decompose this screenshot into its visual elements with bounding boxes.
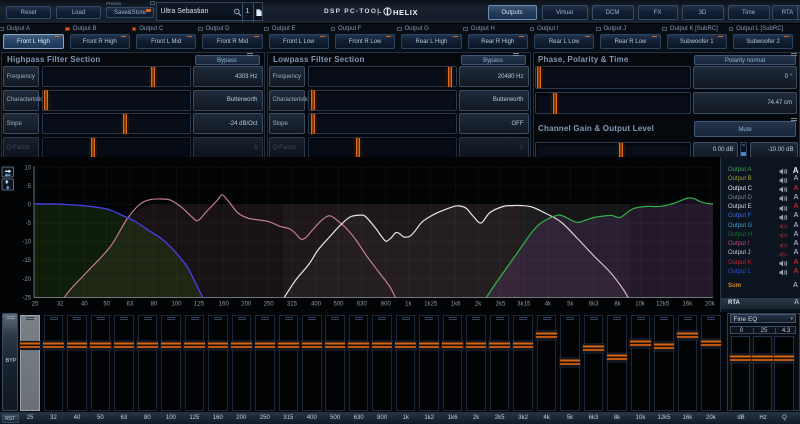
svg-text:16k: 16k [683,302,694,308]
svg-text:10k: 10k [635,302,646,308]
svg-text:1k6: 1k6 [451,302,461,308]
svg-text:1k: 1k [405,302,412,308]
svg-text:100: 100 [171,302,182,308]
svg-text:8k: 8k [614,302,621,308]
svg-text:160: 160 [219,302,230,308]
svg-text:25: 25 [32,302,39,308]
svg-text:63: 63 [127,302,134,308]
svg-text:10: 10 [24,165,31,171]
svg-text:800: 800 [381,302,392,308]
svg-text:-5: -5 [26,221,32,227]
svg-text:3k15: 3k15 [517,302,531,308]
svg-text:-10: -10 [22,240,31,246]
svg-text:1k25: 1k25 [424,302,438,308]
svg-text:500: 500 [333,302,344,308]
svg-text:32: 32 [57,302,64,308]
svg-text:2k5: 2k5 [496,302,506,308]
svg-text:2k: 2k [475,302,482,308]
svg-text:630: 630 [357,302,368,308]
svg-text:80: 80 [151,302,158,308]
svg-text:12k5: 12k5 [656,302,670,308]
svg-text:6k3: 6k3 [589,302,599,308]
svg-text:200: 200 [241,302,252,308]
svg-text:-20: -20 [22,277,31,283]
svg-text:-25: -25 [22,295,31,301]
svg-text:125: 125 [194,302,205,308]
svg-text:315: 315 [287,302,298,308]
svg-text:250: 250 [264,302,275,308]
svg-text:5k: 5k [567,302,574,308]
svg-text:4k: 4k [545,302,552,308]
svg-text:50: 50 [103,302,110,308]
svg-text:-15: -15 [22,258,31,264]
svg-text:400: 400 [311,302,322,308]
svg-text:40: 40 [81,302,88,308]
svg-text:20k: 20k [705,302,716,308]
